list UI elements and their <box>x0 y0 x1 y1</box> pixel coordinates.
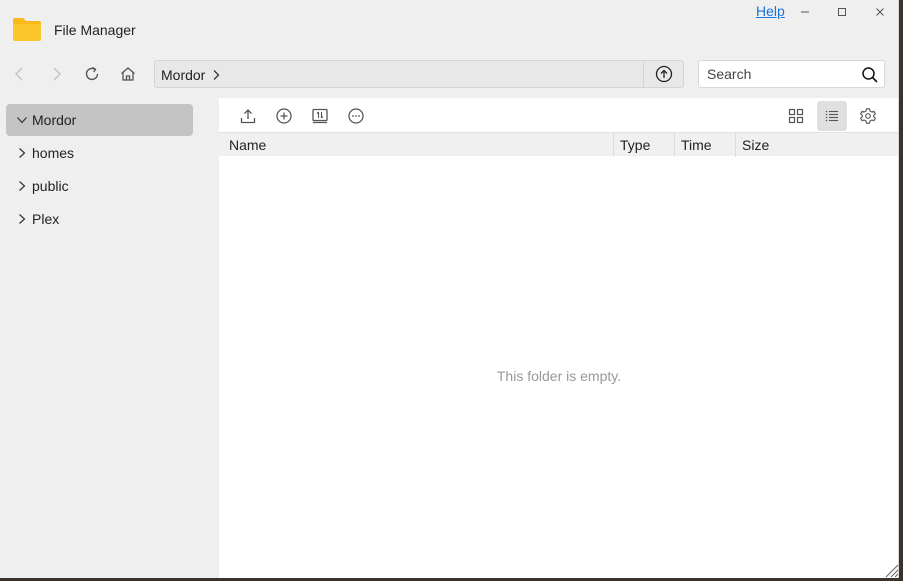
more-icon <box>348 108 364 124</box>
minimize-icon <box>801 11 809 13</box>
grid-view-button[interactable] <box>783 103 809 129</box>
chevron-right-icon[interactable] <box>16 180 28 192</box>
upload-button[interactable] <box>235 103 261 129</box>
maximize-button[interactable] <box>830 2 854 22</box>
refresh-button[interactable] <box>80 62 104 86</box>
sidebar-item-label: Mordor <box>32 112 77 128</box>
file-manager-window: File Manager Help Mordor Search Mordor h… <box>0 0 899 578</box>
transfer-button[interactable] <box>307 103 333 129</box>
create-button[interactable] <box>271 103 297 129</box>
column-header-type[interactable]: Type <box>613 133 674 157</box>
more-actions-button[interactable] <box>343 103 369 129</box>
path-bar[interactable]: Mordor <box>154 60 684 88</box>
table-header: Name Type Time Size <box>219 132 898 157</box>
search-button[interactable] <box>860 65 880 85</box>
close-icon <box>876 8 884 16</box>
sidebar-item-label: homes <box>32 145 75 161</box>
upload-icon <box>240 109 256 124</box>
sidebar-item-label: Plex <box>32 211 60 227</box>
home-button[interactable] <box>116 62 140 86</box>
column-header-size[interactable]: Size <box>735 133 898 157</box>
chevron-right-icon <box>53 67 62 81</box>
app-title: File Manager <box>54 22 136 38</box>
file-list-panel: Name Type Time Size This folder is empty… <box>219 98 898 578</box>
forward-button[interactable] <box>44 62 68 86</box>
back-button[interactable] <box>8 62 32 86</box>
chevron-right-icon[interactable] <box>16 213 28 225</box>
resize-grip[interactable] <box>883 562 898 578</box>
breadcrumb-item[interactable]: Mordor <box>161 67 221 83</box>
title-bar: File Manager Help <box>0 0 898 56</box>
help-link[interactable]: Help <box>756 3 785 19</box>
sidebar-item-public[interactable]: public <box>6 170 193 202</box>
chevron-down-icon[interactable] <box>16 114 28 126</box>
chevron-right-icon <box>213 70 220 80</box>
gear-icon <box>860 108 876 124</box>
chevron-left-icon <box>14 67 23 81</box>
search-box <box>698 60 885 88</box>
chevron-right-icon[interactable] <box>16 147 28 159</box>
plus-circle-icon <box>276 108 292 124</box>
sidebar-item-plex[interactable]: Plex <box>6 203 193 235</box>
maximize-icon <box>838 8 846 16</box>
close-button[interactable] <box>868 2 892 22</box>
resize-grip-icon <box>885 564 898 578</box>
column-header-time[interactable]: Time <box>674 133 735 157</box>
empty-folder-message: This folder is empty. <box>496 368 622 384</box>
sidebar-item-label: public <box>32 178 69 194</box>
list-view-icon <box>825 110 838 122</box>
sidebar-item-homes[interactable]: homes <box>6 137 193 169</box>
search-input[interactable] <box>707 65 857 83</box>
view-settings-button[interactable] <box>855 103 881 129</box>
transfer-icon <box>312 108 328 124</box>
go-up-button[interactable] <box>643 61 683 87</box>
grid-view-icon <box>788 108 804 124</box>
home-icon <box>121 67 135 81</box>
folder-icon <box>12 16 42 42</box>
arrow-up-circle-icon <box>655 65 672 83</box>
column-header-name[interactable]: Name <box>223 133 613 157</box>
sidebar-tree: Mordor homes public Plex <box>0 98 219 578</box>
minimize-button[interactable] <box>793 2 817 22</box>
breadcrumb-label: Mordor <box>161 67 206 83</box>
search-icon <box>862 67 878 83</box>
list-view-button[interactable] <box>817 101 847 131</box>
refresh-icon <box>85 66 99 81</box>
sidebar-item-mordor[interactable]: Mordor <box>6 104 193 136</box>
